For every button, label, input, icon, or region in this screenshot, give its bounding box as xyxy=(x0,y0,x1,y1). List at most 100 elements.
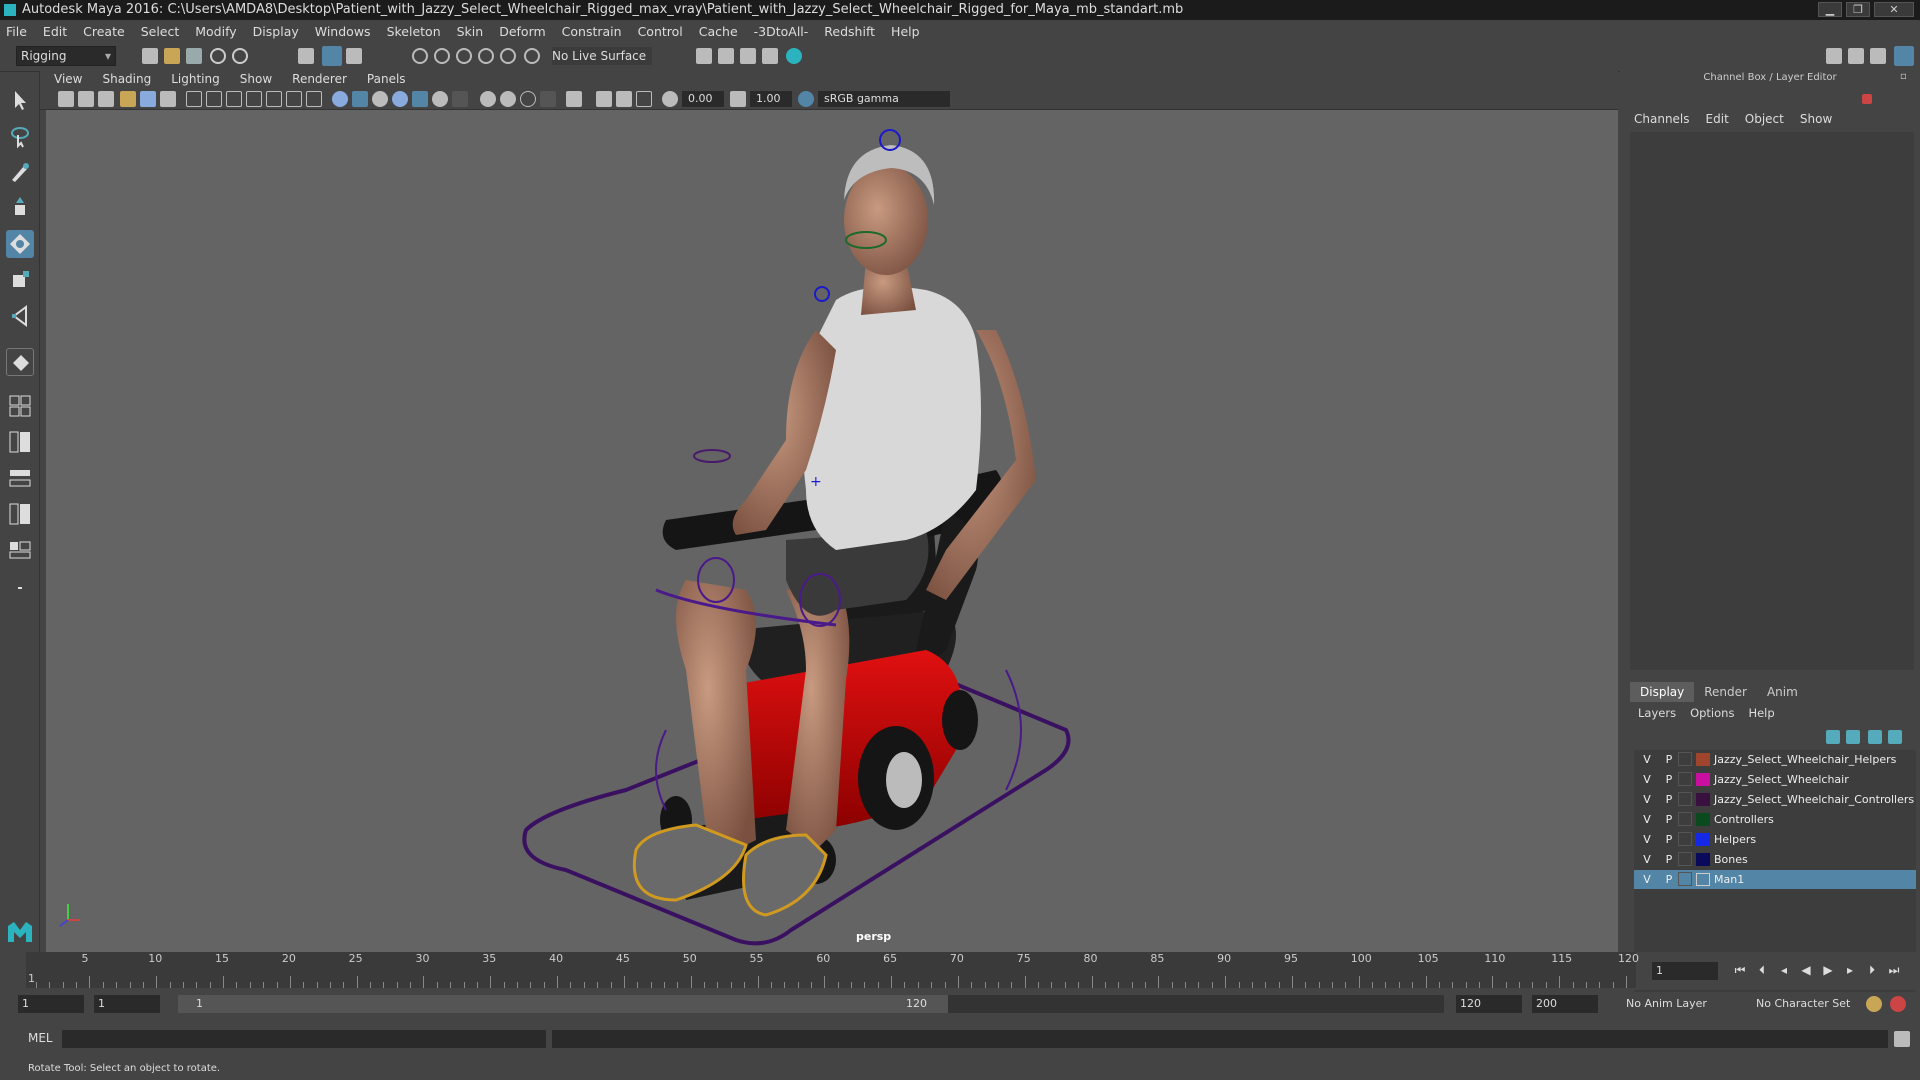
time-ruler[interactable]: 1 5 10 15 20 25 30 35 40 45 50 55 60 65 70 75 80 85 90 95 1… xyxy=(26,952,1639,988)
depth-of-field-icon[interactable] xyxy=(520,91,536,107)
layer-color-swatch[interactable] xyxy=(1696,813,1710,826)
display-type-toggle[interactable] xyxy=(1678,752,1692,766)
menu-select[interactable]: Select xyxy=(141,24,180,39)
toolbox-more-icon[interactable] xyxy=(6,574,34,602)
isolate-select-icon[interactable] xyxy=(540,91,556,107)
new-empty-layer-icon[interactable] xyxy=(1868,730,1882,744)
panel-menu-shading[interactable]: Shading xyxy=(102,72,151,86)
visibility-toggle[interactable]: V xyxy=(1640,850,1654,869)
modeling-toolkit-icon[interactable] xyxy=(1826,48,1842,64)
safe-action-icon[interactable] xyxy=(286,91,302,107)
select-hierarchy-icon[interactable] xyxy=(298,48,314,64)
tab-anim[interactable]: Anim xyxy=(1757,682,1808,702)
use-all-lights-icon[interactable] xyxy=(412,91,428,107)
display-type-toggle[interactable] xyxy=(1678,872,1692,886)
playback-range-bar[interactable]: 1 120 xyxy=(178,995,1444,1013)
menu-control[interactable]: Control xyxy=(638,24,683,39)
range-handle[interactable] xyxy=(178,995,948,1013)
wireframe-on-shaded-icon[interactable] xyxy=(372,91,388,107)
minimize-button[interactable]: ▁ xyxy=(1818,2,1842,17)
playback-toggle[interactable]: P xyxy=(1662,870,1676,889)
visibility-toggle[interactable]: V xyxy=(1640,770,1654,789)
step-forward-icon[interactable]: ⏵ xyxy=(1864,962,1880,978)
layer-row[interactable]: V P Jazzy_Select_Wheelchair_Helpers xyxy=(1634,750,1916,769)
menu-cache[interactable]: Cache xyxy=(699,24,738,39)
panel-menu-show[interactable]: Show xyxy=(240,72,272,86)
menu-skin[interactable]: Skin xyxy=(457,24,484,39)
go-to-end-icon[interactable]: ⏭ xyxy=(1886,962,1902,978)
layer-color-swatch[interactable] xyxy=(1696,833,1710,846)
layer-row[interactable]: V P Helpers xyxy=(1634,830,1916,849)
playback-toggle[interactable]: P xyxy=(1662,790,1676,809)
select-tool-icon[interactable] xyxy=(6,86,34,114)
backface-culling-icon[interactable] xyxy=(636,91,652,107)
current-frame-field[interactable]: 1 xyxy=(1652,962,1718,980)
select-component-icon[interactable] xyxy=(346,48,362,64)
menu-edit[interactable]: Edit xyxy=(43,24,67,39)
layer-row[interactable]: V P Controllers xyxy=(1634,810,1916,829)
menu-create[interactable]: Create xyxy=(83,24,125,39)
visibility-toggle[interactable]: V xyxy=(1640,790,1654,809)
menu-help[interactable]: Help xyxy=(891,24,920,39)
playback-toggle[interactable]: P xyxy=(1662,750,1676,769)
gamma-field[interactable]: 1.00 xyxy=(750,91,792,107)
new-layer-selected-icon[interactable] xyxy=(1888,730,1902,744)
menu-display[interactable]: Display xyxy=(253,24,299,39)
display-type-toggle[interactable] xyxy=(1678,772,1692,786)
render-settings-icon[interactable] xyxy=(696,48,712,64)
display-type-toggle[interactable] xyxy=(1678,812,1692,826)
animation-end-field[interactable]: 200 xyxy=(1532,995,1598,1013)
last-tool-icon[interactable] xyxy=(6,302,34,330)
ambient-occlusion-icon[interactable] xyxy=(452,91,468,107)
tool-settings-icon[interactable] xyxy=(1870,48,1886,64)
rotate-tool-icon[interactable] xyxy=(6,230,34,258)
film-gate-icon[interactable] xyxy=(206,91,222,107)
menu-constrain[interactable]: Constrain xyxy=(562,24,622,39)
scale-tool-icon[interactable] xyxy=(6,266,34,294)
custom-layout-icon[interactable] xyxy=(6,536,34,564)
panel-menu-lighting[interactable]: Lighting xyxy=(171,72,220,86)
open-scene-icon[interactable] xyxy=(164,48,180,64)
layer-color-swatch[interactable] xyxy=(1696,853,1710,866)
go-to-start-icon[interactable]: ⏮ xyxy=(1732,962,1748,978)
layer-row-selected[interactable]: V P Man1 xyxy=(1634,870,1916,889)
view-transform-dropdown[interactable]: sRGB gamma xyxy=(818,91,950,107)
menu-file[interactable]: File xyxy=(6,24,27,39)
four-pane-layout-icon[interactable] xyxy=(6,392,34,420)
anti-aliasing-icon[interactable] xyxy=(500,91,516,107)
resolution-gate-icon[interactable] xyxy=(226,91,242,107)
grease-pencil-icon[interactable] xyxy=(160,91,176,107)
maximize-button[interactable]: ❐ xyxy=(1846,2,1870,17)
playback-toggle[interactable]: P xyxy=(1662,830,1676,849)
bookmark-icon[interactable] xyxy=(98,91,114,107)
visibility-toggle[interactable]: V xyxy=(1640,870,1654,889)
play-backwards-icon[interactable]: ◀ xyxy=(1798,962,1814,978)
make-live-icon[interactable] xyxy=(524,48,540,64)
step-forward-key-icon[interactable]: ▸ xyxy=(1842,962,1858,978)
layer-color-swatch[interactable] xyxy=(1696,753,1710,766)
display-type-toggle[interactable] xyxy=(1678,792,1692,806)
panel-menu-view[interactable]: View xyxy=(54,72,82,86)
save-scene-icon[interactable] xyxy=(186,48,202,64)
anim-layer-dropdown[interactable]: No Anim Layer xyxy=(1622,995,1746,1013)
command-input[interactable] xyxy=(62,1030,546,1048)
panel-menu-renderer[interactable]: Renderer xyxy=(292,72,347,86)
color-management-icon[interactable] xyxy=(798,91,814,107)
redo-icon[interactable] xyxy=(232,48,248,64)
cb-menu-channels[interactable]: Channels xyxy=(1634,112,1690,126)
channel-box-area[interactable] xyxy=(1630,132,1914,670)
graph-layout-icon[interactable] xyxy=(6,464,34,492)
le-menu-help[interactable]: Help xyxy=(1748,706,1774,720)
snap-curve-icon[interactable] xyxy=(434,48,450,64)
menu-skeleton[interactable]: Skeleton xyxy=(387,24,441,39)
select-object-icon[interactable] xyxy=(322,46,342,66)
playback-end-field[interactable]: 120 xyxy=(1456,995,1522,1013)
field-chart-icon[interactable] xyxy=(266,91,282,107)
manipulator-icon[interactable] xyxy=(1862,94,1872,104)
move-tool-icon[interactable] xyxy=(6,194,34,222)
render-view-icon[interactable] xyxy=(762,48,778,64)
lasso-tool-icon[interactable] xyxy=(6,122,34,150)
hypershade-icon[interactable] xyxy=(786,48,802,64)
visibility-toggle[interactable]: V xyxy=(1640,830,1654,849)
cb-menu-edit[interactable]: Edit xyxy=(1706,112,1729,126)
